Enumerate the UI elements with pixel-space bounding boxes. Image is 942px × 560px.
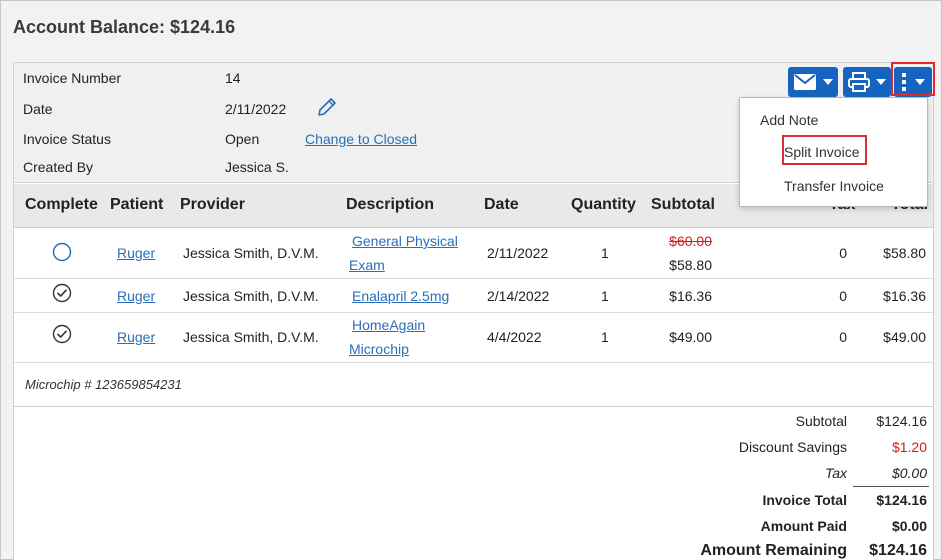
more-actions-highlight: [891, 62, 935, 96]
header-description: Description: [346, 196, 435, 213]
table-row: Ruger Jessica Smith, D.V.M. HomeAgain Mi…: [14, 314, 933, 363]
email-button[interactable]: [788, 67, 838, 97]
invoice-status-value: Open: [225, 131, 260, 147]
printer-icon: [848, 72, 870, 92]
provider-cell: Jessica Smith, D.V.M.: [183, 329, 319, 345]
total-cell: $58.80: [883, 245, 926, 261]
totals-subtotal-value: $124.16: [876, 413, 927, 429]
quantity-cell: 1: [601, 329, 609, 345]
subtotal-cell: $16.36: [669, 288, 712, 304]
page-title: Account Balance: $124.16: [13, 17, 236, 37]
header-provider: Provider: [180, 196, 245, 213]
invoice-note: Microchip # 123659854231: [25, 377, 182, 392]
created-by-value: Jessica S.: [225, 159, 289, 175]
created-by-label: Created By: [23, 159, 94, 175]
patient-link[interactable]: Ruger: [117, 288, 155, 304]
description-link-line2[interactable]: Microchip: [349, 341, 409, 357]
provider-cell: Jessica Smith, D.V.M.: [183, 288, 319, 304]
description-link-line2[interactable]: Exam: [349, 257, 385, 273]
totals-invoice-total-value: $124.16: [876, 492, 927, 508]
complete-checked-icon[interactable]: [52, 324, 72, 347]
description-link[interactable]: HomeAgain: [352, 317, 425, 333]
invoice-status-label: Invoice Status: [23, 131, 111, 147]
table-row: Ruger Jessica Smith, D.V.M. Enalapril 2.…: [14, 280, 933, 313]
totals-discount-label: Discount Savings: [738, 439, 847, 455]
split-invoice-highlight: [782, 135, 867, 165]
edit-date-icon[interactable]: [315, 95, 339, 119]
totals-subtotal-label: Subtotal: [795, 413, 847, 429]
date-cell: 2/11/2022: [487, 245, 549, 261]
envelope-icon: [793, 73, 817, 91]
date-cell: 2/14/2022: [487, 288, 550, 304]
totals-tax-value: $0.00: [891, 465, 927, 481]
subtotal-cell: $49.00: [669, 329, 712, 345]
description-link[interactable]: Enalapril 2.5mg: [352, 288, 449, 304]
header-date: Date: [484, 196, 519, 213]
total-cell: $16.36: [883, 288, 926, 304]
header-patient: Patient: [110, 196, 164, 213]
invoice-number-label: Invoice Number: [23, 70, 122, 86]
change-status-link[interactable]: Change to Closed: [305, 129, 417, 149]
invoice-number-value: 14: [225, 70, 241, 86]
date-cell: 4/4/2022: [487, 329, 542, 345]
invoice-date-value: 2/11/2022: [225, 101, 287, 117]
total-cell: $49.00: [883, 329, 926, 345]
invoice-date-label: Date: [23, 101, 53, 117]
quantity-cell: 1: [601, 288, 609, 304]
chevron-down-icon: [876, 79, 886, 85]
totals-divider: [853, 486, 929, 487]
menu-item-add-note[interactable]: Add Note: [740, 108, 927, 132]
provider-cell: Jessica Smith, D.V.M.: [183, 245, 319, 261]
complete-checked-icon[interactable]: [52, 283, 72, 306]
header-quantity: Quantity: [571, 196, 636, 213]
print-button[interactable]: [843, 67, 891, 97]
totals-amount-remaining-value: $124.16: [869, 542, 927, 559]
header-complete: Complete: [25, 196, 98, 213]
patient-link[interactable]: Ruger: [117, 329, 155, 345]
description-link[interactable]: General Physical: [352, 233, 458, 249]
tax-cell: 0: [839, 288, 847, 304]
note-divider: [14, 406, 933, 407]
table-row: Ruger Jessica Smith, D.V.M. General Phys…: [14, 229, 933, 279]
chevron-down-icon: [823, 79, 833, 85]
complete-unchecked-icon[interactable]: [52, 242, 72, 265]
totals-discount-value: $1.20: [891, 439, 927, 455]
totals-tax-label: Tax: [824, 465, 847, 481]
totals-amount-paid-value: $0.00: [891, 518, 927, 534]
tax-cell: 0: [839, 329, 847, 345]
original-subtotal-cell: $60.00: [669, 233, 712, 249]
patient-link[interactable]: Ruger: [117, 245, 155, 261]
more-actions-menu: Add Note Split Invoice Transfer Invoice: [739, 97, 928, 207]
totals-amount-remaining-label: Amount Remaining: [700, 542, 847, 559]
header-subtotal: Subtotal: [651, 196, 715, 213]
quantity-cell: 1: [601, 245, 609, 261]
invoice-panel: Invoice Number 14 Date 2/11/2022 Invoice…: [13, 62, 935, 560]
subtotal-cell: $58.80: [669, 257, 712, 273]
totals-amount-paid-label: Amount Paid: [760, 518, 847, 534]
totals-invoice-total-label: Invoice Total: [762, 492, 847, 508]
tax-cell: 0: [839, 245, 847, 261]
menu-item-transfer-invoice[interactable]: Transfer Invoice: [740, 174, 927, 198]
